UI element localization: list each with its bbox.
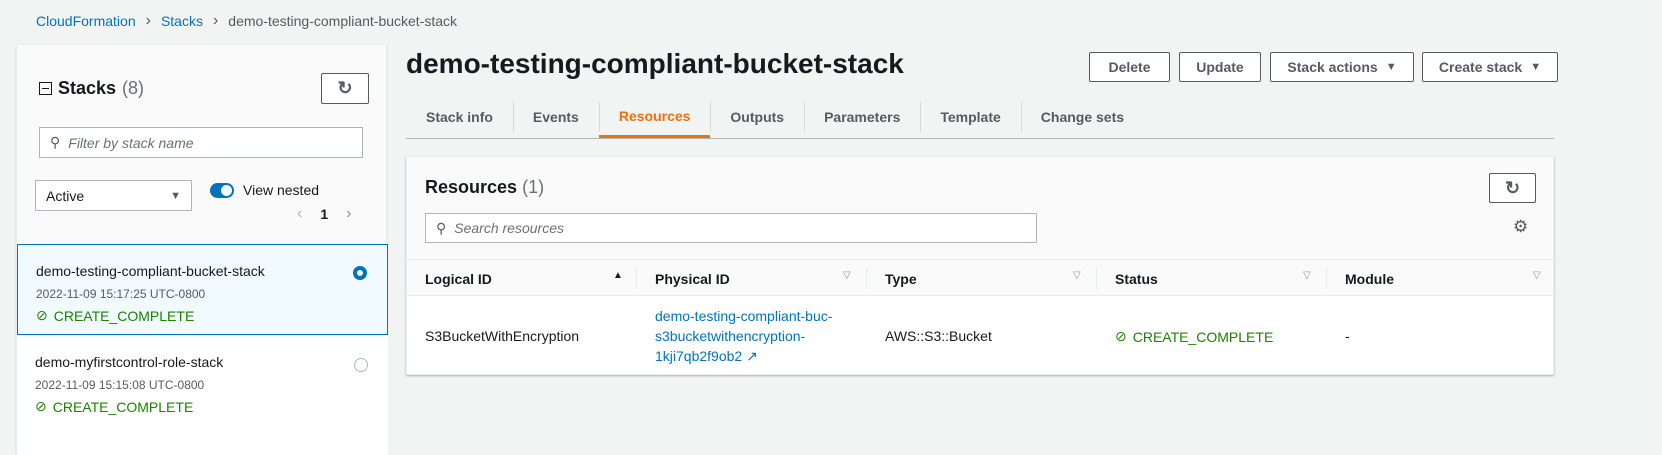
tab-template[interactable]: Template bbox=[920, 96, 1020, 138]
stack-radio[interactable] bbox=[353, 266, 367, 280]
stack-status: ⊘ CREATE_COMPLETE bbox=[35, 398, 370, 415]
create-stack-button[interactable]: Create stack ▼ bbox=[1422, 52, 1558, 82]
chevron-right-icon: › bbox=[212, 12, 219, 29]
status-text: CREATE_COMPLETE bbox=[1132, 328, 1274, 345]
stack-name[interactable]: demo-testing-compliant-bucket-stack bbox=[36, 263, 369, 279]
search-icon: ⚲ bbox=[436, 219, 447, 236]
create-stack-label: Create stack bbox=[1438, 59, 1523, 75]
col-type[interactable]: Type bbox=[885, 271, 917, 287]
chevron-left-icon[interactable]: ‹ bbox=[297, 205, 302, 223]
filter-placeholder: Filter by stack name bbox=[68, 134, 194, 151]
resources-count: (1) bbox=[522, 177, 545, 197]
status-filter-value: Active bbox=[46, 187, 85, 204]
search-resources-input[interactable]: ⚲ Search resources bbox=[425, 213, 1037, 243]
type-cell: AWS::S3::Bucket bbox=[885, 328, 992, 344]
column-divider bbox=[1096, 268, 1097, 290]
stack-date: 2022-11-09 15:17:25 UTC-0800 bbox=[36, 287, 206, 301]
sort-ascending-icon[interactable]: ▲ bbox=[613, 270, 623, 281]
breadcrumb-cloudformation[interactable]: CloudFormation bbox=[36, 13, 136, 29]
module-cell: - bbox=[1345, 328, 1350, 344]
resources-header bbox=[407, 157, 1553, 259]
breadcrumb-stacks[interactable]: Stacks bbox=[161, 13, 203, 29]
col-module[interactable]: Module bbox=[1345, 271, 1394, 287]
refresh-icon: ↻ bbox=[337, 78, 353, 98]
caret-down-icon: ▼ bbox=[170, 189, 181, 202]
stacks-title: Stacks bbox=[58, 78, 117, 98]
stacks-sidebar: Stacks (8) ↻ ⚲ Filter by stack name Acti… bbox=[16, 44, 388, 455]
tab-resources[interactable]: Resources bbox=[598, 96, 711, 138]
physical-id-line[interactable]: s3bucketwithencryption- bbox=[655, 326, 832, 346]
chevron-right-icon: › bbox=[145, 12, 151, 29]
status-text: CREATE_COMPLETE bbox=[52, 398, 194, 415]
tab-stack-info[interactable]: Stack info bbox=[406, 96, 513, 138]
page-title: demo-testing-compliant-bucket-stack bbox=[406, 48, 904, 79]
sort-icon[interactable]: ▽ bbox=[1303, 270, 1311, 281]
caret-down-icon: ▼ bbox=[1530, 61, 1542, 73]
stack-tabs: Stack info Events Resources Outputs Para… bbox=[406, 96, 1554, 139]
pagination: ‹ 1 › bbox=[297, 205, 351, 223]
column-divider bbox=[866, 268, 867, 290]
resources-heading: Resources (1) bbox=[425, 177, 544, 198]
breadcrumb-current: demo-testing-compliant-bucket-stack bbox=[228, 13, 458, 29]
status-filter-select[interactable]: Active ▼ bbox=[35, 180, 192, 211]
filter-stacks-input[interactable]: ⚲ Filter by stack name bbox=[39, 127, 363, 158]
caret-down-icon: ▼ bbox=[1385, 61, 1397, 73]
table-row: S3BucketWithEncryption demo-testing-comp… bbox=[407, 296, 1553, 376]
tab-events[interactable]: Events bbox=[512, 96, 599, 138]
stack-name[interactable]: demo-myfirstcontrol-role-stack bbox=[35, 354, 370, 370]
toggle-switch[interactable] bbox=[210, 182, 234, 198]
stack-list-item[interactable]: demo-myfirstcontrol-role-stack 2022-11-0… bbox=[17, 335, 388, 455]
sort-icon[interactable]: ▽ bbox=[1073, 270, 1081, 281]
stack-actions-button[interactable]: Stack actions ▼ bbox=[1270, 52, 1414, 82]
col-logical-id[interactable]: Logical ID bbox=[425, 271, 492, 287]
column-divider bbox=[636, 268, 637, 290]
logical-id-cell: S3BucketWithEncryption bbox=[425, 328, 580, 344]
physical-id-line[interactable]: demo-testing-compliant-buc- bbox=[655, 306, 832, 326]
physical-id-link[interactable]: demo-testing-compliant-buc- s3bucketwith… bbox=[655, 306, 832, 366]
sort-icon[interactable]: ▽ bbox=[843, 270, 851, 281]
physical-id-line[interactable]: 1kji7qb2f9ob2 bbox=[655, 348, 742, 364]
check-circle-icon: ⊘ bbox=[1115, 328, 1127, 344]
resources-title: Resources bbox=[425, 177, 518, 197]
collapse-icon[interactable] bbox=[39, 82, 52, 95]
external-link-icon[interactable]: ↗ bbox=[746, 348, 758, 364]
check-circle-icon: ⊘ bbox=[35, 398, 47, 414]
page-number[interactable]: 1 bbox=[320, 206, 328, 222]
refresh-icon: ↻ bbox=[1504, 177, 1521, 198]
status-cell: ⊘ CREATE_COMPLETE bbox=[1115, 328, 1273, 345]
column-divider bbox=[1326, 268, 1327, 290]
view-nested-label: View nested bbox=[243, 182, 320, 198]
check-circle-icon: ⊘ bbox=[36, 307, 48, 323]
delete-button[interactable]: Delete bbox=[1089, 52, 1170, 82]
refresh-stacks-button[interactable]: ↻ bbox=[321, 73, 369, 104]
stacks-count: (8) bbox=[122, 78, 145, 98]
col-status[interactable]: Status bbox=[1115, 271, 1158, 287]
refresh-resources-button[interactable]: ↻ bbox=[1489, 173, 1536, 203]
tab-parameters[interactable]: Parameters bbox=[804, 96, 920, 138]
sort-icon[interactable]: ▽ bbox=[1533, 270, 1541, 281]
stack-radio[interactable] bbox=[354, 358, 368, 372]
resources-panel: Resources (1) ↻ ⚲ Search resources ⚙ Log… bbox=[406, 156, 1554, 375]
update-button[interactable]: Update bbox=[1179, 52, 1261, 82]
status-text: CREATE_COMPLETE bbox=[53, 307, 195, 324]
gear-icon[interactable]: ⚙ bbox=[1513, 217, 1528, 237]
stack-list-item[interactable]: demo-testing-compliant-bucket-stack 2022… bbox=[17, 244, 388, 335]
view-nested-toggle[interactable]: View nested bbox=[210, 182, 319, 198]
stack-status: ⊘ CREATE_COMPLETE bbox=[36, 307, 369, 324]
col-physical-id[interactable]: Physical ID bbox=[655, 271, 730, 287]
stack-date: 2022-11-09 15:15:08 UTC-0800 bbox=[35, 378, 205, 392]
chevron-right-icon[interactable]: › bbox=[346, 205, 351, 223]
table-header: Logical ID ▲ Physical ID ▽ Type ▽ Status… bbox=[407, 259, 1553, 296]
breadcrumb: CloudFormation › Stacks › demo-testing-c… bbox=[36, 12, 457, 30]
search-placeholder: Search resources bbox=[454, 220, 564, 236]
tab-change-sets[interactable]: Change sets bbox=[1020, 96, 1144, 138]
stacks-heading: Stacks (8) bbox=[39, 78, 144, 99]
tab-outputs[interactable]: Outputs bbox=[710, 96, 804, 138]
stack-actions-label: Stack actions bbox=[1287, 59, 1378, 75]
search-icon: ⚲ bbox=[50, 134, 61, 150]
